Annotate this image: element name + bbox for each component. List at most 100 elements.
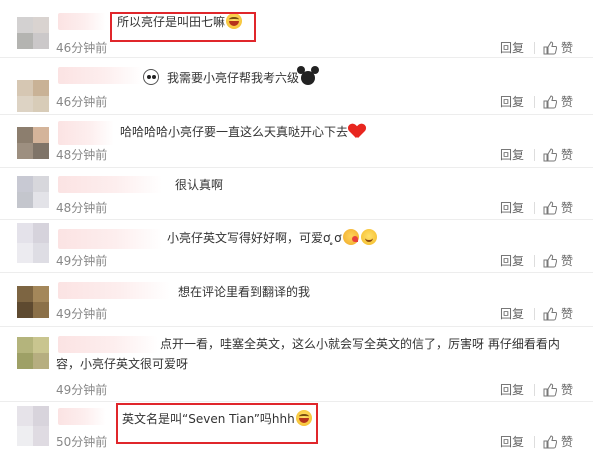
panda-emoji-icon (143, 69, 159, 85)
username-redacted[interactable] (58, 408, 106, 425)
username-redacted[interactable] (58, 282, 170, 299)
comment-body: 我需要小亮仔帮我考六级 (167, 71, 300, 85)
divider (534, 436, 536, 448)
avatar-pixel (33, 143, 49, 159)
thumbs-up-icon[interactable] (543, 254, 558, 268)
thumbs-up-icon[interactable] (543, 148, 558, 162)
comment-text: 英文名是叫“Seven Tian”吗hhh (122, 409, 312, 429)
avatar-pixel (33, 96, 49, 112)
reply-button[interactable]: 回复 (500, 147, 524, 163)
thumbs-up-icon[interactable] (543, 307, 558, 321)
like-button[interactable]: 赞 (561, 253, 573, 269)
divider (534, 308, 536, 320)
thumbs-up-icon[interactable] (543, 95, 558, 109)
like-button[interactable]: 赞 (561, 306, 573, 322)
like-button[interactable]: 赞 (561, 94, 573, 110)
avatar-pixel (17, 80, 33, 96)
comment-item: 小亮仔英文写得好好啊，可爱ơ ̥ơ 49分钟前 回复 赞 (0, 220, 593, 273)
comment-text: 哈哈哈哈小亮仔要一直这么天真哒开心下去 (120, 122, 365, 142)
avatar[interactable] (17, 406, 49, 446)
avatar-pixel (17, 17, 33, 33)
avatar-pixel (17, 192, 33, 208)
reply-button[interactable]: 回复 (500, 40, 524, 56)
comment-time: 46分钟前 (56, 95, 108, 109)
avatar[interactable] (17, 17, 49, 49)
avatar-pixel (33, 17, 49, 33)
comment-list: 所以亮仔是叫田七嘛 46分钟前 回复 赞 我需要小亮仔帮我考六级 46分钟前 回… (0, 0, 593, 460)
avatar-pixel (33, 176, 49, 192)
avatar-pixel (33, 127, 49, 143)
laugh-emoji-icon (295, 410, 312, 426)
like-button[interactable]: 赞 (561, 147, 573, 163)
thumbs-up-icon[interactable] (543, 435, 558, 449)
comment-item: 哈哈哈哈小亮仔要一直这么天真哒开心下去 48分钟前 回复 赞 (0, 115, 593, 168)
comment-text: 我需要小亮仔帮我考六级 (142, 66, 320, 88)
avatar-pixel (17, 406, 33, 426)
like-button[interactable]: 赞 (561, 40, 573, 56)
comment-time: 49分钟前 (56, 254, 108, 268)
comment-text: 所以亮仔是叫田七嘛 (117, 12, 243, 32)
like-button[interactable]: 赞 (561, 382, 573, 398)
avatar-pixel (17, 302, 33, 318)
comment-item: 想在评论里看到翻译的我 49分钟前 回复 赞 (0, 273, 593, 327)
divider (534, 202, 536, 214)
avatar-pixel (33, 426, 49, 446)
comment-time: 48分钟前 (56, 148, 108, 162)
avatar-pixel (33, 80, 49, 96)
reply-button[interactable]: 回复 (500, 382, 524, 398)
avatar[interactable] (17, 176, 49, 208)
comment-time: 46分钟前 (56, 41, 108, 55)
avatar-pixel (17, 337, 33, 353)
avatar-pixel (33, 302, 49, 318)
comment-item: 很认真啊 48分钟前 回复 赞 (0, 168, 593, 220)
comment-body: 很认真啊 (175, 178, 224, 192)
comment-actions: 回复 赞 (500, 306, 573, 322)
avatar[interactable] (17, 80, 49, 112)
avatar-pixel (33, 406, 49, 426)
avatar[interactable] (17, 337, 49, 369)
avatar-pixel (17, 176, 33, 192)
reply-button[interactable]: 回复 (500, 200, 524, 216)
smile-emoji-icon (360, 229, 377, 245)
avatar[interactable] (17, 223, 49, 263)
username-redacted[interactable] (58, 121, 114, 145)
username-redacted[interactable] (58, 13, 106, 30)
reply-button[interactable]: 回复 (500, 253, 524, 269)
avatar-pixel (17, 96, 33, 112)
avatar-pixel (17, 143, 33, 159)
comment-actions: 回复 赞 (500, 200, 573, 216)
avatar[interactable] (17, 286, 49, 318)
comment-actions: 回复 赞 (500, 147, 573, 163)
avatar-pixel (33, 353, 49, 369)
reply-button[interactable]: 回复 (500, 306, 524, 322)
reply-button[interactable]: 回复 (500, 434, 524, 450)
comment-item: 英文名是叫“Seven Tian”吗hhh 50分钟前 回复 赞 (0, 402, 593, 460)
username-redacted[interactable] (58, 176, 162, 193)
like-button[interactable]: 赞 (561, 200, 573, 216)
comment-body: 所以亮仔是叫田七嘛 (117, 15, 226, 29)
comment-text: 点开一看，哇塞全英文，这么小就会写全英文的信了，厉害呀 再仔细看看内容，小亮仔英… (56, 334, 576, 374)
thumbs-up-icon[interactable] (543, 383, 558, 397)
comment-body: 点开一看，哇塞全英文，这么小就会写全英文的信了，厉害呀 再仔细看看内容，小亮仔英… (56, 337, 560, 371)
avatar[interactable] (17, 127, 49, 159)
avatar-pixel (17, 127, 33, 143)
username-redacted[interactable] (58, 229, 162, 249)
thumbs-up-icon[interactable] (543, 201, 558, 215)
comment-text: 小亮仔英文写得好好啊，可爱ơ ̥ơ (167, 228, 377, 248)
comment-body: 哈哈哈哈小亮仔要一直这么天真哒开心下去 (120, 125, 349, 139)
like-button[interactable]: 赞 (561, 434, 573, 450)
comment-time: 50分钟前 (56, 435, 108, 449)
avatar-pixel (17, 353, 33, 369)
divider (534, 149, 536, 161)
avatar-pixel (17, 286, 33, 302)
avatar-pixel (17, 223, 33, 243)
avatar-pixel (33, 337, 49, 353)
comment-text: 很认真啊 (175, 175, 223, 195)
mickey-emoji-icon (297, 66, 320, 85)
reply-button[interactable]: 回复 (500, 94, 524, 110)
comment-item: 所以亮仔是叫田七嘛 46分钟前 回复 赞 (0, 0, 593, 58)
username-redacted[interactable] (58, 67, 142, 84)
avatar-pixel (33, 223, 49, 243)
avatar-pixel (33, 192, 49, 208)
thumbs-up-icon[interactable] (543, 41, 558, 55)
